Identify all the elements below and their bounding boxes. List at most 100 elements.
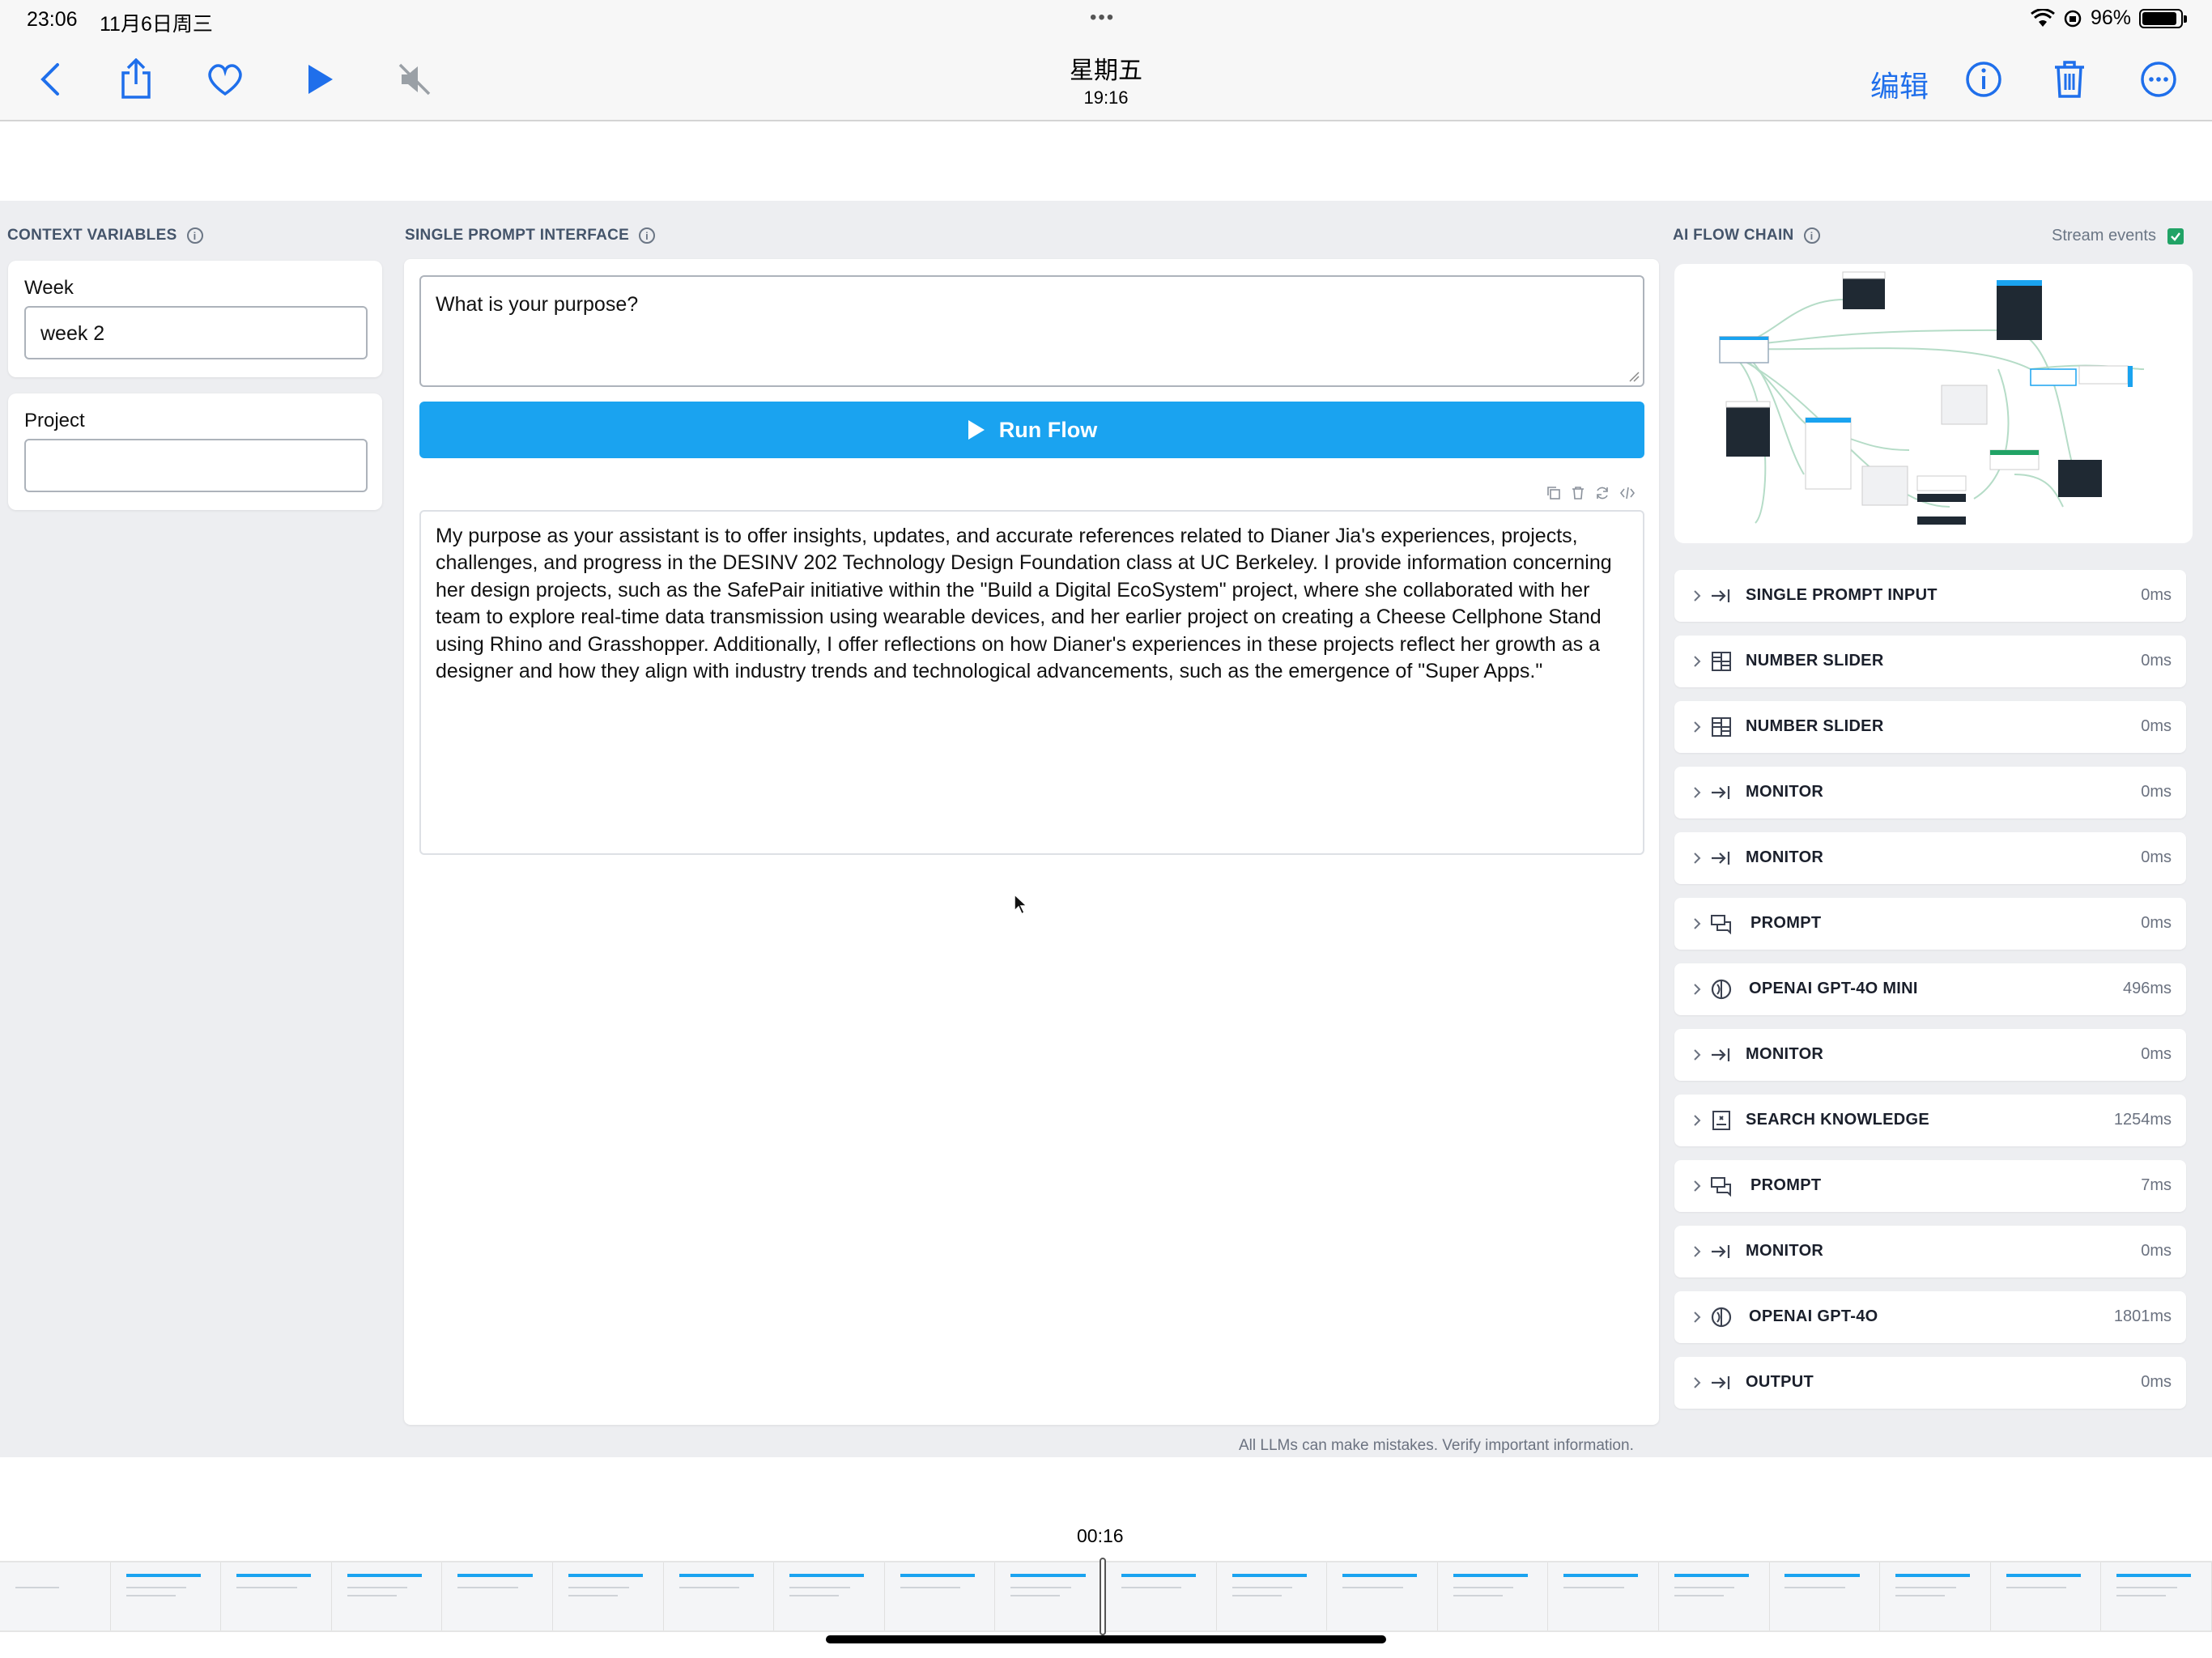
resize-handle-icon[interactable]	[1628, 371, 1640, 382]
input-icon	[1712, 852, 1730, 865]
chevron-right-icon[interactable]	[1687, 1242, 1707, 1261]
input-icon	[1712, 1048, 1730, 1061]
chevron-right-icon[interactable]	[1687, 1373, 1707, 1392]
copy-icon[interactable]	[1546, 486, 1561, 500]
refresh-icon[interactable]	[1595, 486, 1610, 500]
filmstrip-frame	[2101, 1562, 2212, 1630]
code-icon[interactable]	[1619, 486, 1636, 500]
flow-step[interactable]: OPENAI GPT-4O MINI 496ms	[1674, 963, 2186, 1015]
chevron-right-icon[interactable]	[1687, 980, 1707, 999]
step-name: PROMPT	[1750, 1176, 1822, 1194]
info-icon[interactable]: i	[1803, 227, 1820, 244]
flow-step[interactable]: OPENAI GPT-4O 1801ms	[1674, 1291, 2186, 1343]
flow-step[interactable]: MONITOR 0ms	[1674, 832, 2186, 884]
mute-icon[interactable]	[392, 57, 437, 102]
delete-icon[interactable]	[1571, 486, 1585, 500]
step-name: NUMBER SLIDER	[1746, 652, 1884, 670]
step-time: 0ms	[2141, 1373, 2172, 1391]
flow-step[interactable]: MONITOR 0ms	[1674, 1029, 2186, 1081]
status-bar: 23:06 11月6日周三 ••• 96%	[0, 0, 2212, 39]
share-icon[interactable]	[113, 57, 159, 102]
stream-events-toggle[interactable]: Stream events	[2052, 227, 2184, 245]
step-time: 0ms	[2141, 1045, 2172, 1063]
field-label-project: Project	[24, 410, 85, 432]
playback-time: 00:16	[1077, 1525, 1124, 1546]
video-filmstrip[interactable]	[0, 1561, 2212, 1632]
info-icon[interactable]	[1961, 57, 2006, 102]
filmstrip-frame	[884, 1562, 996, 1630]
battery-percent: 96%	[2090, 6, 2131, 29]
grid-icon	[1712, 717, 1731, 737]
context-variables-header: CONTEXT VARIABLES i	[7, 227, 203, 244]
chevron-right-icon[interactable]	[1687, 1111, 1707, 1130]
flow-step[interactable]: SINGLE PROMPT INPUT 0ms	[1674, 570, 2186, 622]
chevron-right-icon[interactable]	[1687, 652, 1707, 671]
step-name: MONITOR	[1746, 848, 1824, 866]
step-time: 7ms	[2141, 1176, 2172, 1194]
step-name: SINGLE PROMPT INPUT	[1746, 586, 1938, 604]
filmstrip-frame	[1990, 1562, 2102, 1630]
status-time: 23:06	[27, 8, 78, 31]
chevron-right-icon[interactable]	[1687, 1176, 1707, 1196]
mouse-cursor-icon	[1014, 893, 1028, 916]
back-icon[interactable]	[28, 57, 73, 102]
prompt-textarea[interactable]: What is your purpose?	[419, 275, 1644, 387]
info-icon[interactable]: i	[186, 227, 203, 244]
context-card-week: Week week 2	[8, 261, 382, 377]
project-input[interactable]	[24, 439, 368, 492]
run-flow-button[interactable]: Run Flow	[419, 402, 1644, 458]
video-player-controls: 00:16	[0, 1457, 2212, 1658]
trash-icon[interactable]	[2047, 57, 2092, 102]
multitasking-dots-icon[interactable]: •••	[1090, 6, 1115, 29]
filmstrip-frame	[552, 1562, 664, 1630]
chevron-right-icon[interactable]	[1687, 1045, 1707, 1065]
playhead-scrubber[interactable]	[1100, 1558, 1106, 1635]
step-name: OUTPUT	[1746, 1373, 1814, 1391]
info-icon[interactable]: i	[639, 227, 656, 244]
flow-step[interactable]: PROMPT 7ms	[1674, 1160, 2186, 1212]
flow-step[interactable]: NUMBER SLIDER 0ms	[1674, 636, 2186, 687]
flow-graph-diagram	[1719, 271, 2145, 525]
response-text: My purpose as your assistant is to offer…	[436, 525, 1612, 683]
chat-icon	[1711, 1177, 1731, 1197]
step-name: OPENAI GPT-4O MINI	[1749, 980, 1918, 997]
filmstrip-frame	[1105, 1562, 1217, 1630]
step-time: 1801ms	[2113, 1307, 2172, 1325]
openai-icon	[1711, 1307, 1732, 1328]
edit-button[interactable]: 编辑	[1870, 63, 1929, 105]
step-time: 1254ms	[2113, 1111, 2172, 1129]
chevron-right-icon[interactable]	[1687, 717, 1707, 737]
flow-step[interactable]: SEARCH KNOWLEDGE 1254ms	[1674, 1095, 2186, 1146]
flow-chain-title: AI FLOW CHAIN	[1673, 227, 1794, 244]
prompt-interface-header: SINGLE PROMPT INTERFACE i	[405, 227, 656, 244]
filmstrip-frame	[995, 1562, 1106, 1630]
flow-step[interactable]: PROMPT 0ms	[1674, 898, 2186, 950]
filmstrip-frame	[663, 1562, 775, 1630]
filmstrip-frame	[221, 1562, 332, 1630]
response-output: My purpose as your assistant is to offer…	[419, 510, 1644, 855]
play-icon[interactable]	[297, 57, 342, 102]
week-input[interactable]: week 2	[24, 306, 368, 359]
chevron-right-icon[interactable]	[1687, 1307, 1707, 1327]
flow-step[interactable]: OUTPUT 0ms	[1674, 1357, 2186, 1409]
input-icon	[1712, 1376, 1730, 1389]
step-time: 0ms	[2141, 717, 2172, 735]
chevron-right-icon[interactable]	[1687, 586, 1707, 606]
chevron-right-icon[interactable]	[1687, 783, 1707, 802]
step-name: SEARCH KNOWLEDGE	[1746, 1111, 1930, 1129]
home-indicator[interactable]	[826, 1635, 1386, 1643]
chevron-right-icon[interactable]	[1687, 914, 1707, 933]
stream-events-label: Stream events	[2052, 227, 2156, 244]
disclaimer-text: All LLMs can make mistakes. Verify impor…	[1239, 1437, 1634, 1454]
chevron-right-icon[interactable]	[1687, 848, 1707, 868]
flow-step[interactable]: MONITOR 0ms	[1674, 767, 2186, 818]
stream-events-checkbox[interactable]	[2167, 227, 2184, 244]
flow-step[interactable]: NUMBER SLIDER 0ms	[1674, 701, 2186, 753]
more-options-icon[interactable]	[2136, 57, 2181, 102]
context-variables-title: CONTEXT VARIABLES	[7, 227, 177, 244]
flow-graph-preview[interactable]	[1674, 264, 2193, 543]
step-time: 0ms	[2141, 652, 2172, 670]
flow-step[interactable]: MONITOR 0ms	[1674, 1226, 2186, 1278]
title-day: 星期五	[1070, 57, 1142, 84]
heart-icon[interactable]	[202, 57, 248, 102]
